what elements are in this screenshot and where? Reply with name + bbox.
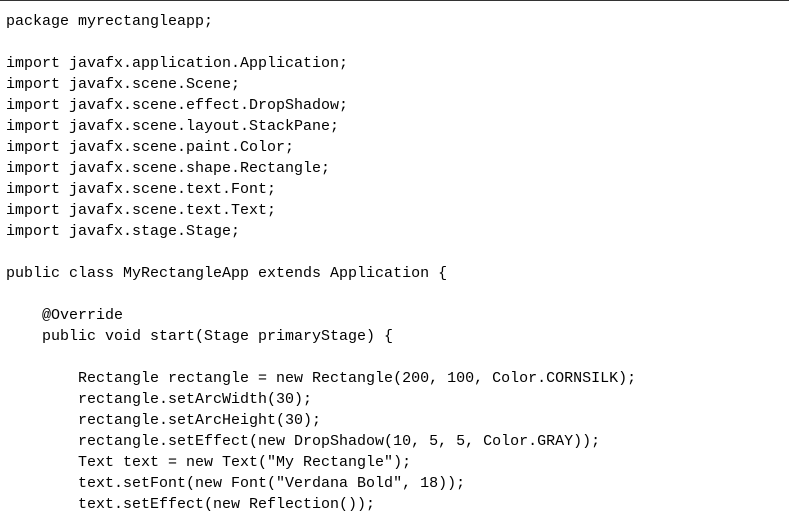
code-listing: package myrectangleapp; import javafx.ap…: [0, 0, 789, 526]
code-block: package myrectangleapp; import javafx.ap…: [6, 11, 783, 515]
